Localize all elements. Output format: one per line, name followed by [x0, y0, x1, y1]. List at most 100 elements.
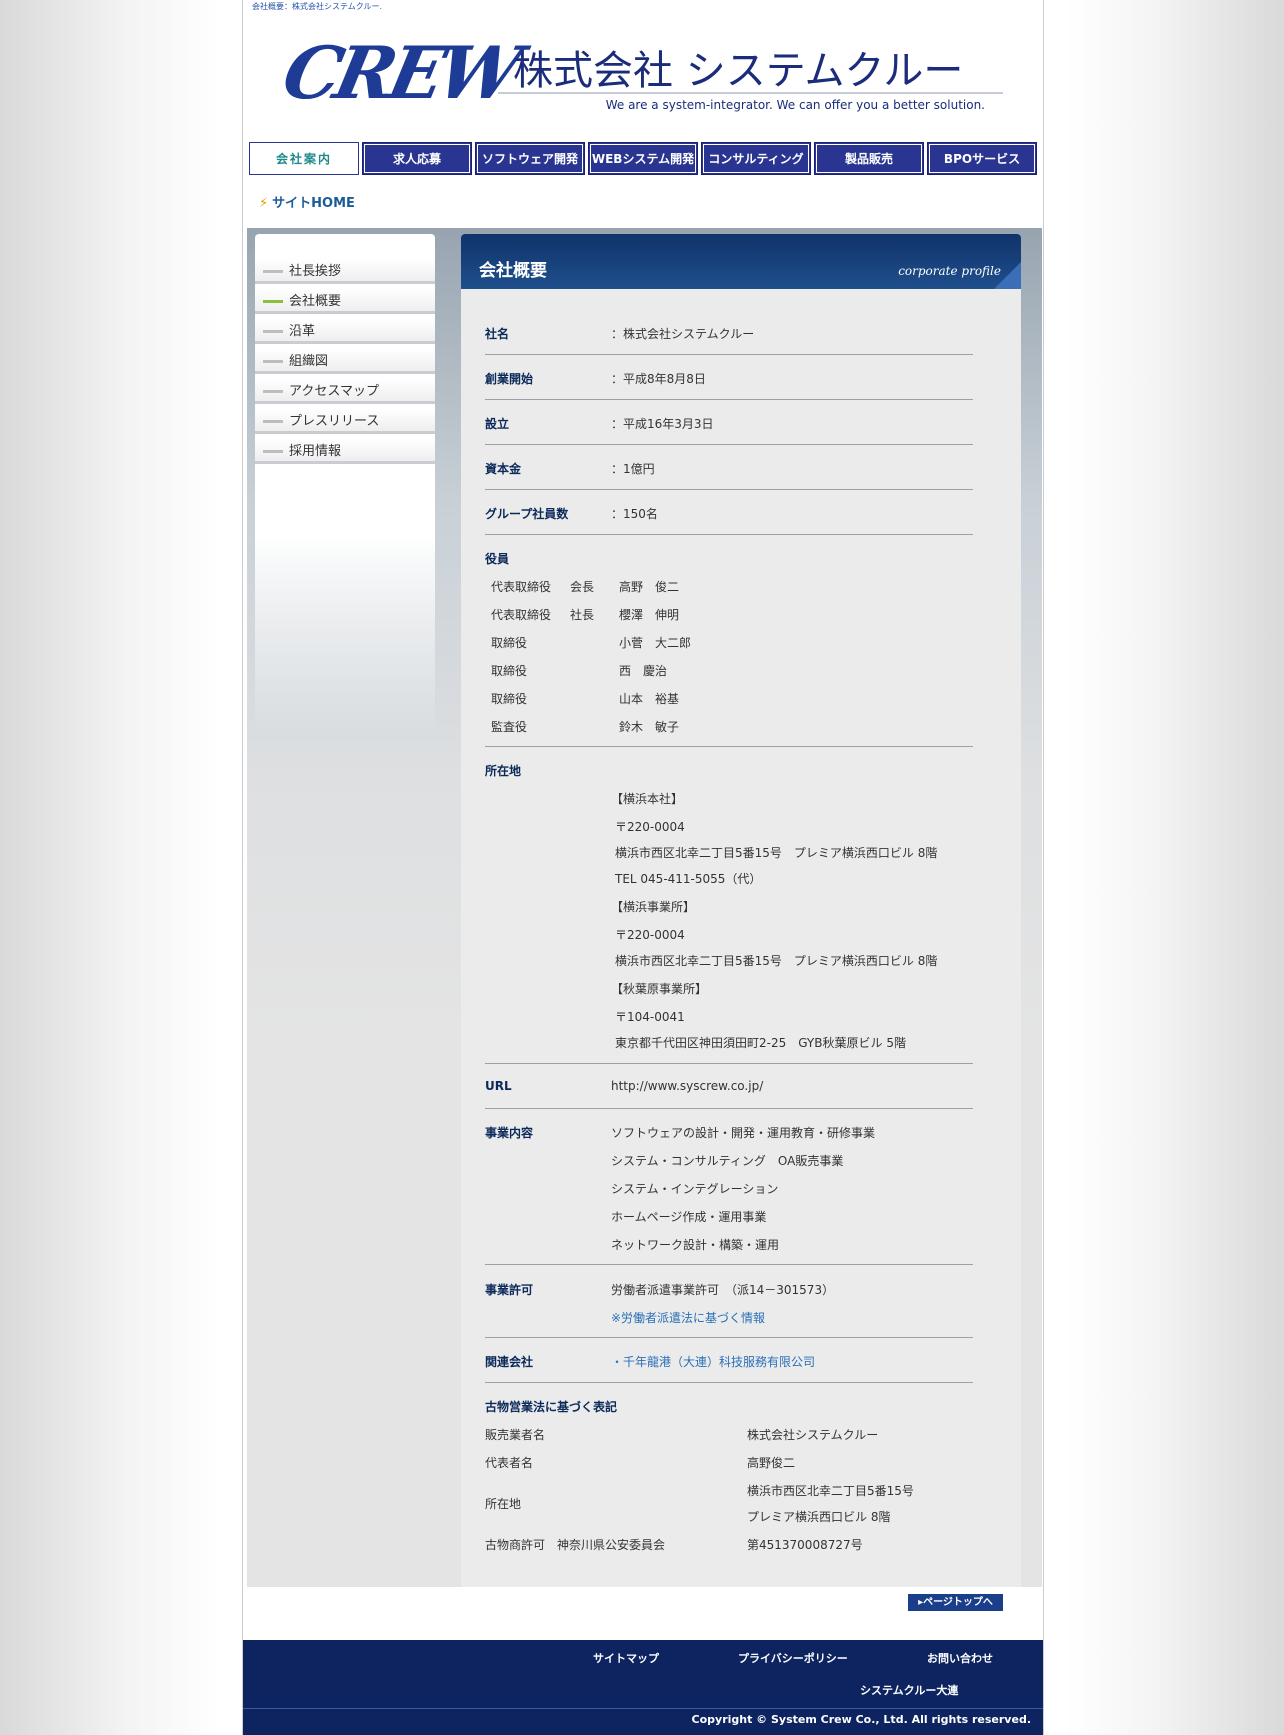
sidebar: 社長挨拶 会社概要 沿革 組織図 アクセスマップ プレスリリース 採用情報 [255, 234, 435, 734]
sidebar-item-overview[interactable]: 会社概要 [255, 289, 435, 314]
business-line: ネットワーク設計・構築・運用 [611, 1238, 780, 1252]
dash-icon [263, 330, 283, 333]
footer: サイトマップ プライバシーポリシー お問い合わせ システムクルー大連 Copyr… [243, 1640, 1043, 1735]
footer-contact-link[interactable]: お問い合わせ [927, 1650, 993, 1666]
header: CREW 株式会社 システムクルー We are a system-integr… [243, 12, 1043, 137]
top-caption: 会社概要：株式会社システムクルー. [252, 2, 383, 11]
address-text: 〒220-0004 [615, 820, 685, 834]
nav-recruit[interactable]: 求人応募 [362, 142, 472, 175]
panel-header: 会社概要 corporate profile [461, 234, 1021, 289]
address-text: 横浜市西区北幸二丁目5番15号 プレミア横浜西口ビル 8階 [615, 954, 938, 968]
nav-consulting[interactable]: コンサルティング [701, 142, 811, 175]
divider [485, 1382, 973, 1383]
divider [485, 1063, 973, 1064]
address-text: 〒104-0041 [615, 1010, 685, 1024]
divider [485, 746, 973, 747]
row-label: 所在地 [485, 764, 522, 778]
dash-icon [263, 270, 283, 273]
profile-panel: 会社概要 corporate profile [461, 234, 1021, 1587]
officer-name: 西 慶治 [619, 664, 668, 678]
officer-name: 高野 俊二 [619, 580, 680, 594]
address-text: 東京都千代田区神田須田町2-25 GYB秋葉原ビル 5階 [615, 1036, 906, 1050]
sidebar-item-recruitment[interactable]: 採用情報 [255, 439, 435, 464]
row-label: 事業許可 [485, 1283, 534, 1297]
row-label: 関連会社 [485, 1355, 534, 1369]
sidebar-item-org-chart[interactable]: 組織図 [255, 349, 435, 374]
row-label: 古物営業法に基づく表記 [485, 1400, 618, 1414]
officer-role: 代表取締役 [491, 608, 552, 622]
kobutsu-value: 横浜市西区北幸二丁目5番15号 [747, 1484, 914, 1498]
site-home-link[interactable]: サイトHOME [272, 196, 355, 211]
page: 会社概要：株式会社システムクルー. CREW 株式会社 システムクルー We a… [242, 0, 1044, 1735]
sidebar-item-label: 会社概要 [289, 294, 342, 309]
divider [485, 489, 973, 490]
dash-icon [263, 420, 283, 423]
row-label: 創業開始 [485, 372, 534, 386]
row-value: ：平成8年8月8日 [611, 372, 706, 386]
nav-products[interactable]: 製品販売 [814, 142, 924, 175]
tagline: We are a system-integrator. We can offer… [605, 98, 985, 112]
dispatch-info-link[interactable]: ※労働者派遣法に基づく情報 [611, 1309, 765, 1326]
footer-sitemap-link[interactable]: サイトマップ [593, 1650, 659, 1666]
footer-privacy-link[interactable]: プライバシーポリシー [738, 1650, 848, 1666]
nav-software[interactable]: ソフトウェア開発 [475, 142, 585, 175]
corner-decoration [994, 262, 1021, 289]
row-label: 役員 [485, 552, 510, 566]
page-top-button[interactable]: ▸ページトップへ [908, 1594, 1003, 1611]
dash-icon [263, 450, 283, 453]
sidebar-item-label: 組織図 [289, 354, 329, 369]
nav-web-system[interactable]: WEBシステム開発 [588, 142, 698, 175]
sidebar-item-greeting[interactable]: 社長挨拶 [255, 259, 435, 284]
officer-role: 代表取締役 [491, 580, 552, 594]
officer-role: 取締役 [491, 692, 528, 706]
footer-dalian-link[interactable]: システムクルー大連 [860, 1682, 958, 1698]
divider [485, 354, 973, 355]
company-name: 株式会社 システムクルー [513, 48, 964, 94]
officer-role: 監査役 [491, 720, 528, 734]
divider [485, 1108, 973, 1109]
nav-company[interactable]: 会社案内 [249, 142, 359, 175]
business-line: システム・インテグレーション [611, 1182, 779, 1196]
row-value: ：150名 [611, 507, 658, 521]
divider [485, 1337, 973, 1338]
sidebar-item-label: 沿革 [289, 324, 316, 339]
row-label: グループ社員数 [485, 507, 569, 521]
crew-logo[interactable]: CREW [276, 30, 523, 115]
kobutsu-value: 高野俊二 [747, 1456, 796, 1470]
row-label: 社名 [485, 327, 510, 341]
kobutsu-value: プレミア横浜西口ビル 8階 [747, 1510, 891, 1524]
bolt-icon: ⚡ [259, 196, 269, 211]
row-label: 設立 [485, 417, 510, 431]
sidebar-item-press-release[interactable]: プレスリリース [255, 409, 435, 434]
header-divider [498, 92, 1003, 94]
business-line: ホームページ作成・運用事業 [611, 1210, 767, 1224]
global-nav: 会社案内 求人応募 ソフトウェア開発 WEBシステム開発 コンサルティング 製品… [249, 142, 1043, 178]
divider [485, 1264, 973, 1265]
kobutsu-value: 株式会社システムクルー [747, 1428, 879, 1442]
officer-name: 小菅 大二郎 [619, 636, 692, 650]
officer-title: 社長 [570, 608, 595, 622]
sidebar-item-access-map[interactable]: アクセスマップ [255, 379, 435, 404]
address-text: 【横浜本社】 [611, 792, 684, 806]
divider [485, 399, 973, 400]
affiliate-link[interactable]: ・千年龍港（大連）科技服務有限公司 [611, 1353, 815, 1370]
officer-title: 会長 [570, 580, 595, 594]
kobutsu-value: 第451370008727号 [747, 1538, 863, 1552]
kobutsu-key: 所在地 [485, 1497, 522, 1511]
divider [485, 444, 973, 445]
nav-bpo[interactable]: BPOサービス [927, 142, 1037, 175]
sidebar-item-history[interactable]: 沿革 [255, 319, 435, 344]
license-value: 労働者派遣事業許可 （派14－301573） [611, 1283, 835, 1297]
address-text: TEL 045-411-5055（代） [615, 872, 762, 886]
url-link[interactable]: http://www.syscrew.co.jp/ [611, 1079, 763, 1093]
row-value: ：1億円 [611, 462, 655, 476]
breadcrumb: ⚡ サイトHOME [259, 192, 355, 211]
panel-title: 会社概要 [479, 261, 547, 281]
row-label: 資本金 [485, 462, 522, 476]
kobutsu-key: 代表者名 [485, 1456, 534, 1470]
officer-name: 山本 裕基 [619, 692, 680, 706]
sidebar-item-label: 採用情報 [289, 444, 342, 459]
sidebar-item-label: 社長挨拶 [289, 264, 342, 279]
officer-name: 櫻澤 伸明 [619, 608, 680, 622]
officer-name: 鈴木 敏子 [619, 720, 680, 734]
